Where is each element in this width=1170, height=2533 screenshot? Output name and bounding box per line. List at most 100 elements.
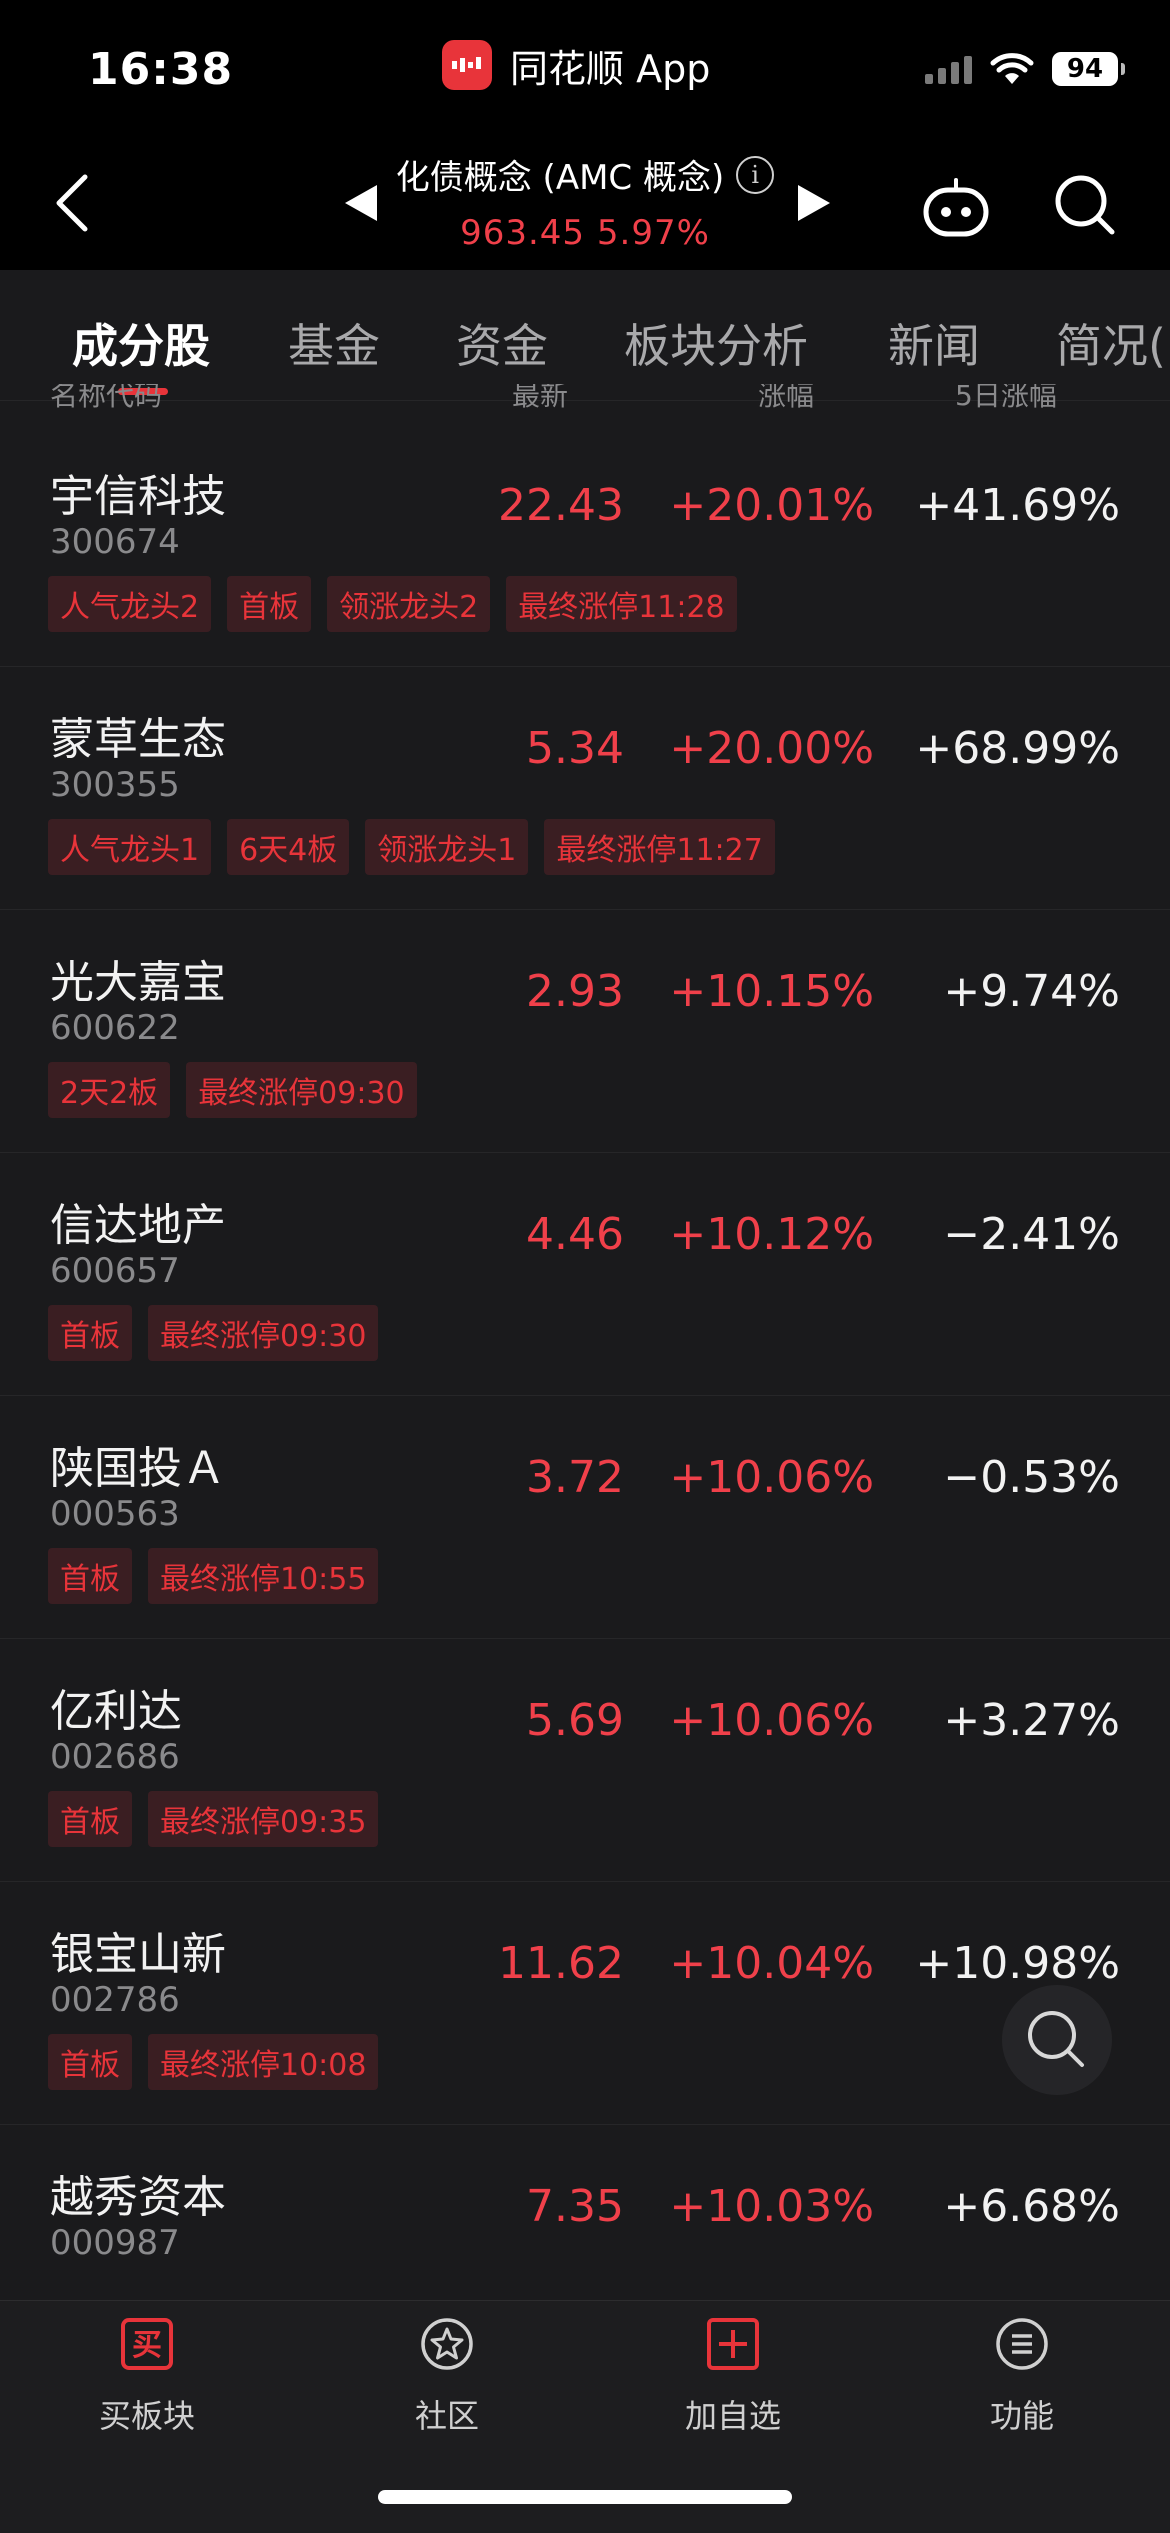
stock-code: 000563 xyxy=(50,1494,180,1534)
stock-name: 亿利达 xyxy=(50,1686,182,1737)
sector-quote: 963.45 5.97% xyxy=(340,213,830,253)
next-sector-button[interactable] xyxy=(798,185,830,221)
stock-name: 银宝山新 xyxy=(50,1929,226,1980)
stock-code: 300674 xyxy=(50,522,180,562)
sector-name: 化债概念 (AMC 概念) xyxy=(395,158,725,198)
status-indicators: 94 xyxy=(925,52,1125,86)
stock-tag: 首板 xyxy=(48,1548,132,1604)
menu-icon xyxy=(996,2318,1048,2370)
stock-price: 22.43 xyxy=(498,480,624,531)
tab-funds[interactable]: 基金 xyxy=(288,310,380,376)
home-indicator[interactable] xyxy=(378,2490,792,2504)
stock-code: 002786 xyxy=(50,1980,180,2020)
stock-price: 11.62 xyxy=(498,1938,624,1989)
stock-code: 002686 xyxy=(50,1737,180,1777)
back-button[interactable] xyxy=(52,170,92,236)
stock-code: 300355 xyxy=(50,765,180,805)
stock-name: 越秀资本 xyxy=(50,2172,226,2223)
battery-level: 94 xyxy=(1066,54,1104,84)
stock-tags: 首板 最终涨停10:55 xyxy=(48,1548,379,1604)
stock-tag: 最终涨停10:08 xyxy=(148,2034,379,2090)
stock-tag: 最终涨停09:35 xyxy=(148,1791,379,1847)
robot-icon xyxy=(923,178,989,237)
stock-5day-change: +9.74% xyxy=(943,966,1120,1017)
stock-name: 陕国投Ａ xyxy=(50,1443,226,1494)
stock-code: 600657 xyxy=(50,1251,180,1291)
stock-change: +20.00% xyxy=(669,723,874,774)
info-icon[interactable]: i xyxy=(736,155,775,194)
tab-sector-analysis[interactable]: 板块分析 xyxy=(624,310,808,376)
sector-title: 化债概念 (AMC 概念) i 963.45 5.97% xyxy=(340,150,830,253)
column-header: 名称代码 最新 涨幅 5日涨幅 xyxy=(0,384,1170,414)
stock-5day-change: +10.98% xyxy=(915,1938,1120,1989)
stock-price: 5.34 xyxy=(526,723,624,774)
status-time: 16:38 xyxy=(88,44,234,95)
sector-change: 5.97% xyxy=(596,213,710,253)
column-name[interactable]: 名称代码 xyxy=(50,384,162,414)
chevron-left-icon xyxy=(56,174,88,232)
stock-name: 光大嘉宝 xyxy=(50,957,226,1008)
nav-buy-sector[interactable]: 买 买板块 xyxy=(47,2317,247,2437)
stock-name: 宇信科技 xyxy=(50,471,226,522)
table-row[interactable]: 信达地产 600657 4.46 +10.12% −2.41% 首板 最终涨停0… xyxy=(0,1155,1170,1396)
nav-functions[interactable]: 功能 xyxy=(922,2317,1122,2437)
table-row[interactable]: 陕国投Ａ 000563 3.72 +10.06% −0.53% 首板 最终涨停1… xyxy=(0,1398,1170,1639)
stock-change: +10.04% xyxy=(669,1938,874,1989)
stock-5day-change: +68.99% xyxy=(915,723,1120,774)
column-price[interactable]: 最新 xyxy=(512,384,568,414)
stock-tag: 领涨龙头2 xyxy=(327,576,491,632)
app-name: 同花顺 App xyxy=(510,46,711,91)
table-row[interactable]: 光大嘉宝 600622 2.93 +10.15% +9.74% 2天2板 最终涨… xyxy=(0,912,1170,1153)
table-row[interactable]: 宇信科技 300674 22.43 +20.01% +41.69% 人气龙头2 … xyxy=(0,426,1170,667)
stock-tag: 最终涨停11:28 xyxy=(506,576,737,632)
stock-name: 信达地产 xyxy=(50,1200,226,1251)
stock-5day-change: −0.53% xyxy=(943,1452,1120,1503)
community-icon xyxy=(421,2318,473,2370)
floating-search-button[interactable] xyxy=(1002,1985,1112,2095)
top-bar: 16:38 同花顺 App 94 化债概念 (AMC 概念) i 963.45 … xyxy=(0,0,1170,270)
nav-label: 买板块 xyxy=(98,2397,195,2435)
nav-label: 社区 xyxy=(414,2397,479,2435)
stock-name: 蒙草生态 xyxy=(50,714,226,765)
add-watchlist-icon xyxy=(707,2318,759,2370)
column-change[interactable]: 涨幅 xyxy=(758,384,814,414)
stock-tag: 2天2板 xyxy=(48,1062,171,1118)
stock-change: +10.06% xyxy=(669,1452,874,1503)
nav-label: 功能 xyxy=(989,2397,1054,2435)
buy-icon-glyph: 买 xyxy=(132,2328,162,2363)
stock-change: +20.01% xyxy=(669,480,874,531)
table-row[interactable]: 蒙草生态 300355 5.34 +20.00% +68.99% 人气龙头1 6… xyxy=(0,669,1170,910)
nav-add-watchlist[interactable]: 加自选 xyxy=(633,2317,833,2437)
search-button[interactable] xyxy=(1052,172,1118,238)
search-icon xyxy=(1028,2011,1084,2067)
stock-tag: 6天4板 xyxy=(227,819,350,875)
tab-capital[interactable]: 资金 xyxy=(456,310,548,376)
cellular-signal-icon xyxy=(925,54,972,84)
tab-constituents[interactable]: 成分股 xyxy=(72,310,210,376)
stock-change: +10.15% xyxy=(669,966,874,1017)
stock-tag: 最终涨停09:30 xyxy=(186,1062,417,1118)
table-row[interactable]: 银宝山新 002786 11.62 +10.04% +10.98% 首板 最终涨… xyxy=(0,1884,1170,2125)
stock-change: +10.12% xyxy=(669,1209,874,1260)
stock-code: 600622 xyxy=(50,1008,180,1048)
table-row[interactable]: 亿利达 002686 5.69 +10.06% +3.27% 首板 最终涨停09… xyxy=(0,1641,1170,1882)
stock-tag: 首板 xyxy=(227,576,312,632)
nav-label: 加自选 xyxy=(684,2397,781,2435)
stock-tag: 最终涨停11:27 xyxy=(544,819,775,875)
stock-tag: 最终涨停10:55 xyxy=(148,1548,379,1604)
battery-icon: 94 xyxy=(1052,52,1125,86)
stock-5day-change: +41.69% xyxy=(915,480,1120,531)
app-badge[interactable]: 同花顺 App xyxy=(442,38,710,92)
nav-community[interactable]: 社区 xyxy=(347,2317,547,2437)
stock-tag: 首板 xyxy=(48,1791,132,1847)
stock-5day-change: +3.27% xyxy=(943,1695,1120,1746)
stock-tags: 首板 最终涨停09:30 xyxy=(48,1305,379,1361)
tab-news[interactable]: 新闻 xyxy=(888,310,980,376)
robot-assistant-button[interactable] xyxy=(920,176,992,240)
tab-overview[interactable]: 简况( xyxy=(1056,310,1166,376)
stock-price: 3.72 xyxy=(526,1452,624,1503)
stock-5day-change: −2.41% xyxy=(943,1209,1120,1260)
column-5day-change[interactable]: 5日涨幅 xyxy=(955,384,1057,414)
search-icon xyxy=(1055,175,1115,235)
tab-bar: 成分股 基金 资金 板块分析 新闻 简况( xyxy=(0,270,1170,401)
